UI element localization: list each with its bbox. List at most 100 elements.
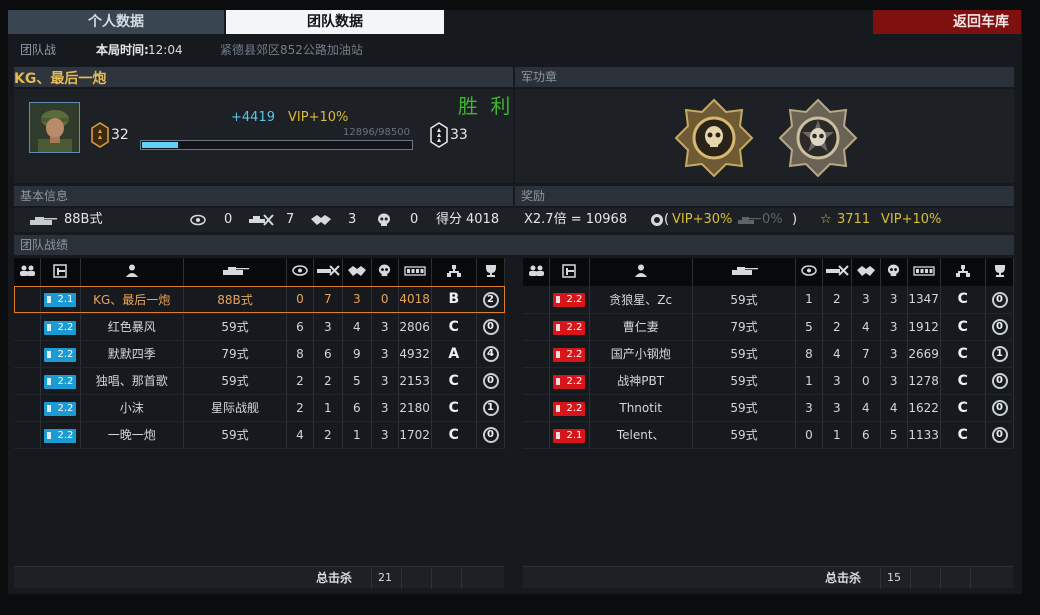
player-row[interactable]: 2.1 KG、最后一炮 88B式 0 7 3 0 4018 B 2 — [14, 286, 505, 314]
spot-cell: 2 — [286, 394, 314, 422]
medal-skull-silver-icon[interactable] — [778, 98, 858, 178]
tank-icon — [30, 217, 57, 225]
death-count: 0 — [410, 212, 419, 227]
platoon-badge-icon: 2.2 — [44, 428, 77, 443]
score-cell: 2180 — [398, 394, 432, 422]
header-skull-icon[interactable] — [371, 258, 399, 286]
player-row[interactable]: 2.2 小沫 星际战舰 2 1 6 3 2180 C 1 — [14, 394, 505, 422]
reward-vip-30: VIP+30% — [672, 212, 733, 227]
rank-cell: 2 — [476, 286, 505, 314]
header-ammo-icon[interactable] — [907, 258, 941, 286]
player-row[interactable]: 2.2 一晚一炮 59式 4 2 1 3 1702 C 0 — [14, 421, 505, 449]
score-cell: 2806 — [398, 313, 432, 341]
battle-mode: 团队战 — [20, 43, 57, 57]
rank-cell: 0 — [476, 313, 505, 341]
medals-header: 军功章 — [515, 67, 1014, 87]
assist-cell: 4 — [851, 313, 881, 341]
death-cell: 3 — [880, 340, 908, 368]
header-tank-icon[interactable] — [183, 258, 288, 286]
player-name-cell: 一晚一炮 — [80, 421, 184, 449]
spot-cell: 4 — [286, 421, 314, 449]
player-row[interactable]: 2.2 国产小钢炮 59式 8 4 7 3 2669 C 1 — [523, 340, 1014, 368]
player-name-cell: 红色暴风 — [80, 313, 184, 341]
grade-cell: C — [431, 313, 478, 341]
reward-multiplier: X2.7倍 = 10968 — [524, 212, 628, 227]
battle-result-screen: 个人数据 团队数据 返回车库 团队战 本局时间: 12:04 紧德县郊区852公… — [8, 10, 1022, 594]
header-ammo-icon[interactable] — [398, 258, 432, 286]
grade-letter: C — [957, 426, 968, 443]
header-players-icon[interactable] — [523, 258, 551, 286]
player-row[interactable]: 2.2 独唱、那首歌 59式 2 2 5 3 2153 C 0 — [14, 367, 505, 395]
tank-bonus-icon — [738, 217, 761, 224]
medal-skull-gold-icon[interactable] — [674, 98, 754, 178]
blue-total-label: 总击杀 — [316, 571, 353, 585]
score-label: 得分 — [436, 212, 463, 227]
player-row[interactable]: 2.2 曹仁妻 79式 5 2 4 3 1912 C 0 — [523, 313, 1014, 341]
blue-total-kills: 21 — [378, 571, 392, 584]
tank-cell: 59式 — [692, 286, 797, 314]
squad-cell — [523, 394, 551, 422]
back-to-garage-button[interactable]: 返回车库 — [873, 10, 1021, 34]
header-players-icon[interactable] — [14, 258, 42, 286]
player-row[interactable]: 2.2 Thnotit 59式 3 3 4 4 1622 C 0 — [523, 394, 1014, 422]
player-row[interactable]: 2.2 红色暴风 59式 6 3 4 3 2806 C 0 — [14, 313, 505, 341]
header-clan-icon[interactable] — [549, 258, 590, 286]
header-skull-icon[interactable] — [880, 258, 908, 286]
header-clan-icon[interactable] — [40, 258, 81, 286]
xp-progress-fill — [142, 142, 178, 148]
header-handshake-icon[interactable] — [342, 258, 372, 286]
rank-circle-icon: 0 — [482, 319, 499, 335]
spot-cell: 5 — [795, 313, 823, 341]
header-eye-icon[interactable] — [286, 258, 314, 286]
tank-cell: 59式 — [183, 367, 288, 395]
player-row[interactable]: 2.2 战神PBT 59式 1 3 0 3 1278 C 0 — [523, 367, 1014, 395]
platoon-badge-icon: 2.2 — [44, 320, 77, 335]
next-rank-badge-icon — [430, 122, 448, 148]
rank-badge-icon — [91, 122, 109, 148]
header-person-icon[interactable] — [80, 258, 184, 286]
kill-cell: 3 — [313, 313, 343, 341]
platoon-badge: 2.2 — [549, 367, 590, 395]
header-person-icon[interactable] — [589, 258, 693, 286]
grade-letter: A — [448, 345, 460, 362]
grade-letter: C — [957, 291, 968, 308]
rank-circle-icon: 1 — [482, 400, 499, 416]
header-hierarchy-icon[interactable] — [431, 258, 478, 286]
platoon-badge-icon: 2.2 — [44, 347, 77, 362]
spot-cell: 8 — [286, 340, 314, 368]
tank-cell: 星际战舰 — [183, 394, 288, 422]
death-cell: 3 — [880, 313, 908, 341]
header-trophy-icon[interactable] — [985, 258, 1014, 286]
grade-letter: C — [448, 399, 459, 416]
assist-cell: 4 — [342, 313, 372, 341]
handshake-icon — [311, 215, 331, 225]
header-kill-icon[interactable] — [822, 258, 852, 286]
player-row[interactable]: 2.2 默默四季 79式 8 6 9 3 4932 A 4 — [14, 340, 505, 368]
header-handshake-icon[interactable] — [851, 258, 881, 286]
assist-cell: 3 — [342, 286, 372, 314]
tab-team-data[interactable]: 团队数据 — [226, 10, 444, 34]
platoon-badge: 2.2 — [40, 394, 81, 422]
rank-circle-icon: 0 — [991, 291, 1008, 308]
header-trophy-icon[interactable] — [476, 258, 505, 286]
death-cell: 3 — [880, 367, 908, 395]
rank-circle-icon: 1 — [991, 346, 1008, 362]
platoon-badge-icon: 2.2 — [553, 320, 586, 335]
header-tank-icon[interactable] — [692, 258, 797, 286]
xp-gain: +4419 — [231, 110, 275, 125]
player-name-cell: 小沫 — [80, 394, 184, 422]
spot-cell: 3 — [795, 394, 823, 422]
battle-time-label: 本局时间: — [96, 43, 149, 57]
tab-personal-data[interactable]: 个人数据 — [8, 10, 224, 34]
player-row[interactable]: 2.2 贪狼星、Zc 59式 1 2 3 3 1347 C 0 — [523, 286, 1014, 314]
tank-cell: 88B式 — [183, 286, 288, 314]
rank-circle-icon: 2 — [482, 291, 499, 308]
header-eye-icon[interactable] — [795, 258, 823, 286]
tank-name: 88B式 — [64, 212, 103, 227]
score-value: 4018 — [466, 212, 500, 227]
battle-result: 胜 利 — [458, 94, 514, 118]
header-hierarchy-icon[interactable] — [940, 258, 987, 286]
score-cell: 2153 — [398, 367, 432, 395]
header-kill-icon[interactable] — [313, 258, 343, 286]
player-row[interactable]: 2.1 Telent、 59式 0 1 6 5 1133 C 0 — [523, 421, 1014, 449]
